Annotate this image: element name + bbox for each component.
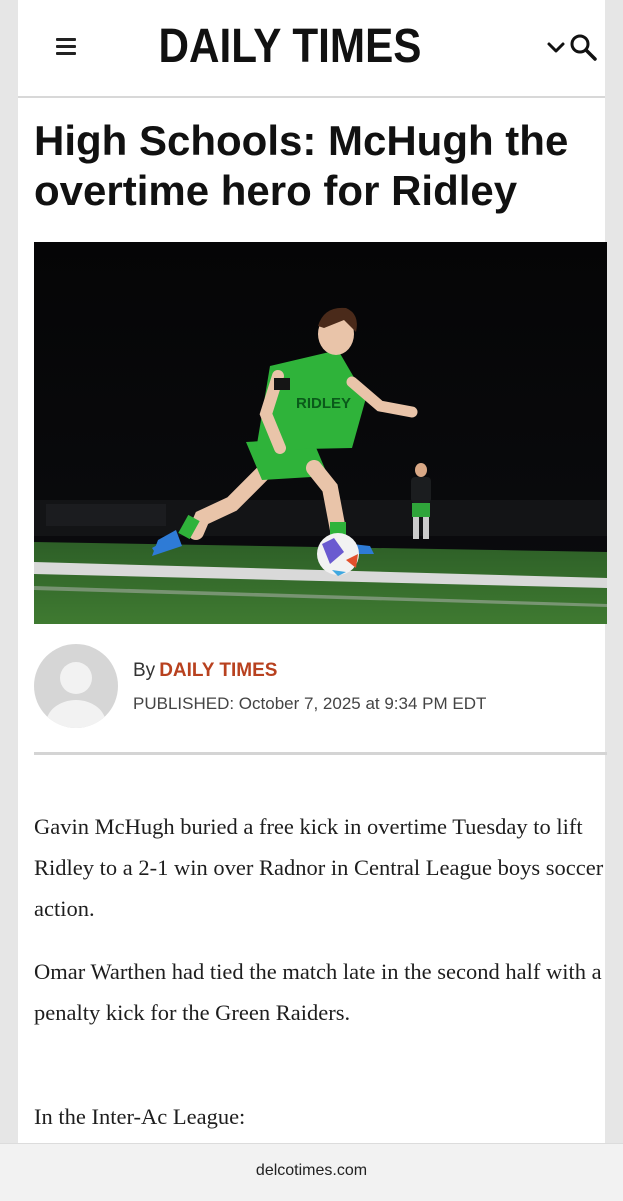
publish-date: PUBLISHED: October 7, 2025 at 9:34 PM ED…: [133, 694, 487, 713]
search-icon[interactable]: [568, 32, 598, 62]
site-url[interactable]: delcotimes.com: [0, 1162, 623, 1180]
article-hero-image: RIDLEY: [34, 242, 607, 624]
byline-divider: [34, 752, 607, 755]
article-paragraph: Gavin McHugh buried a free kick in overt…: [34, 814, 604, 921]
author-avatar: [34, 644, 118, 728]
byline-prefix: By: [133, 660, 156, 681]
byline: By DAILY TIMES: [133, 660, 277, 682]
hamburger-menu-icon[interactable]: [56, 38, 80, 58]
article-headline: High Schools: McHugh the overtime hero f…: [34, 117, 569, 214]
site-header: DAILY TIMES: [18, 0, 605, 98]
site-logo[interactable]: DAILY TIMES: [158, 16, 422, 78]
page: DAILY TIMES High Schools: McHugh the ove…: [18, 0, 607, 1200]
author-link[interactable]: DAILY TIMES: [159, 660, 277, 681]
article-paragraph: Omar Warthen had tied the match late in …: [34, 959, 602, 1025]
chevron-down-icon[interactable]: [546, 40, 566, 56]
browser-address-bar[interactable]: delcotimes.com: [0, 1143, 623, 1201]
article-paragraph: In the Inter-Ac League:: [34, 1104, 246, 1129]
jersey-lettering: RIDLEY: [296, 395, 351, 412]
